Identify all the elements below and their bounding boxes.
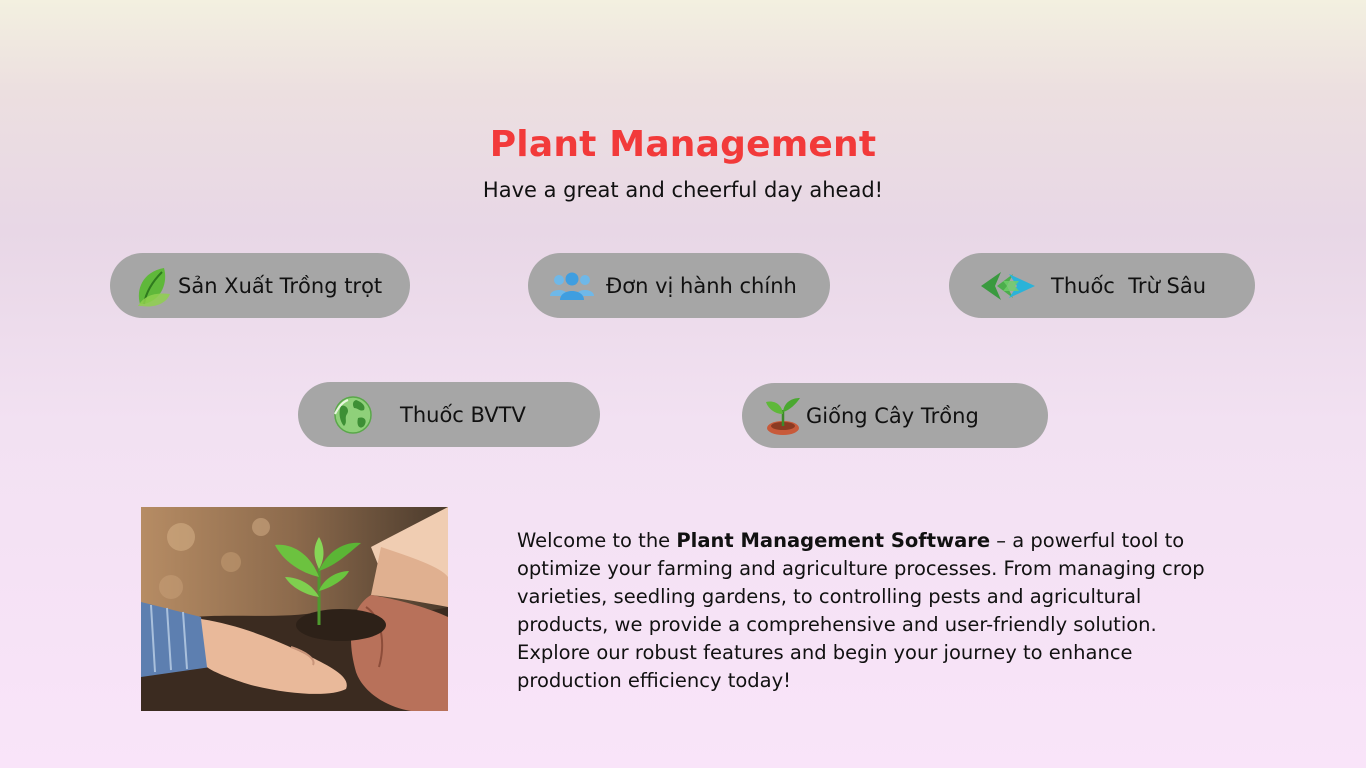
page-subtitle: Have a great and cheerful day ahead! xyxy=(482,178,884,202)
intro-prefix: Welcome to the xyxy=(517,529,677,552)
globe-icon xyxy=(332,394,374,436)
nav-label: Thuốc Trừ Sâu xyxy=(1051,273,1207,298)
intro-paragraph: Welcome to the Plant Management Software… xyxy=(517,527,1217,695)
nav-label: Sản Xuất Trồng trọt xyxy=(178,273,383,298)
pesticide-logo-icon xyxy=(979,269,1037,303)
users-icon xyxy=(548,270,596,302)
nav-label: Thuốc BVTV xyxy=(400,402,526,427)
nav-button-don-vi-hanh-chinh[interactable]: Đơn vị hành chính xyxy=(528,253,830,318)
page-title: Plant Management xyxy=(489,124,877,165)
nav-button-thuoc-tru-sau[interactable]: Thuốc Trừ Sâu xyxy=(949,253,1255,318)
nav-label: Đơn vị hành chính xyxy=(606,273,797,298)
nav-button-giong-cay-trong[interactable]: Giống Cây Trồng xyxy=(742,383,1048,448)
leaf-icon xyxy=(134,264,174,308)
nav-button-thuoc-bvtv[interactable]: Thuốc BVTV xyxy=(298,382,600,447)
seedling-icon xyxy=(764,396,802,436)
seedling-hands-photo xyxy=(141,507,448,711)
nav-label: Giống Cây Trồng xyxy=(806,403,979,428)
intro-highlight: Plant Management Software xyxy=(676,529,991,552)
nav-button-san-xuat-trong-trot[interactable]: Sản Xuất Trồng trọt xyxy=(110,253,410,318)
intro-suffix: – a powerful tool to optimize your farmi… xyxy=(517,529,1205,692)
